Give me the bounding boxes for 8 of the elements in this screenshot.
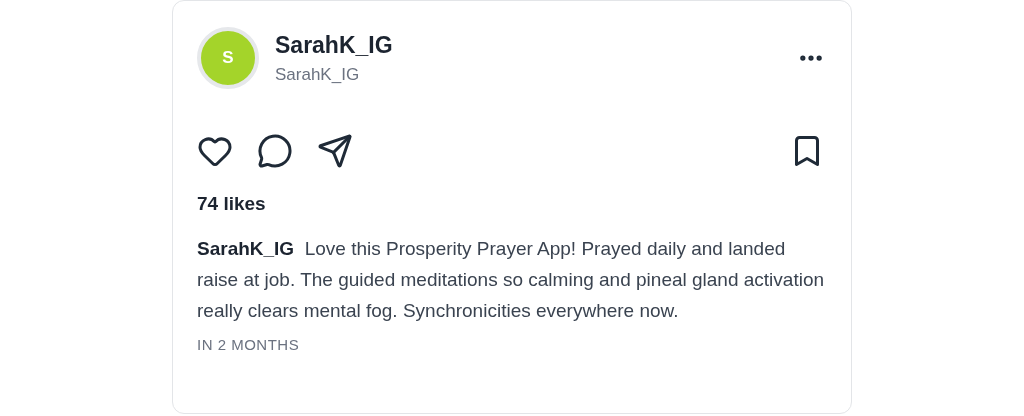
display-name: SarahK_IG	[275, 31, 394, 59]
send-icon[interactable]	[317, 133, 353, 169]
comment-icon[interactable]	[257, 133, 293, 169]
likes-count: 74 likes	[197, 193, 267, 215]
handle: SarahK_IG	[275, 64, 361, 85]
timestamp: IN 2 MONTHS	[197, 336, 301, 353]
avatar: S	[197, 27, 259, 89]
caption: SarahK_IG Love this Prosperity Prayer App! Prayed daily and landed raise at job. The guided meditations so calming and pineal gland activation really clears mental fog. Synchronicities everywhere now.	[197, 237, 825, 323]
